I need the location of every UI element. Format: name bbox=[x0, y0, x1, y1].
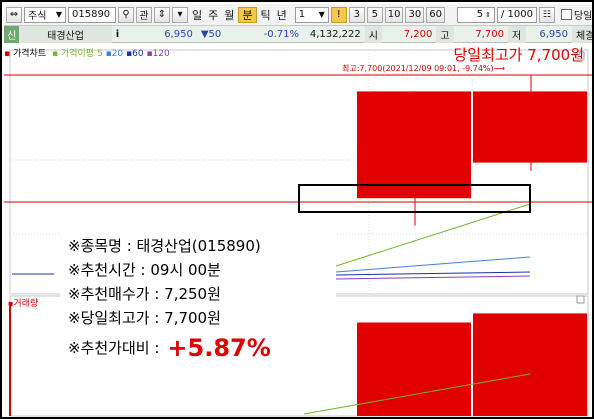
more-icon[interactable]: ▾ bbox=[172, 6, 188, 23]
day-high-note: 최고:7,700(2021/12/09 09:01, -9.74%)⟶ bbox=[342, 64, 506, 73]
interval-5[interactable]: 5 bbox=[366, 6, 383, 23]
legend-ma[interactable]: 가격이평 bbox=[61, 49, 94, 59]
interval-10[interactable]: 10 bbox=[384, 6, 404, 23]
legend-ma20: 20 bbox=[111, 49, 124, 59]
period-week[interactable]: 주 bbox=[206, 7, 220, 23]
max-count-field[interactable]: / 1000 bbox=[496, 6, 537, 23]
candle-body bbox=[473, 91, 587, 163]
legend-marker: ▪ bbox=[4, 49, 11, 59]
minute-value: 1 bbox=[298, 9, 306, 20]
same-day-label: 당일 bbox=[573, 11, 593, 22]
info-stock-name: ※종목명 : 태경산업(015890) bbox=[68, 237, 261, 255]
legend-price-chart[interactable]: 가격차트 bbox=[13, 49, 46, 59]
settings-icon[interactable]: ☷ bbox=[538, 6, 555, 23]
volume-label: ▪거래량 bbox=[8, 299, 39, 309]
interval-30[interactable]: 30 bbox=[405, 6, 425, 23]
change-percent: -0.71% bbox=[263, 28, 300, 40]
info-icon[interactable]: i bbox=[112, 26, 126, 43]
spin-icon[interactable]: ⇕ bbox=[154, 6, 170, 23]
legend-ma120: 120 bbox=[152, 49, 170, 59]
legend-ma-marker: ▪ bbox=[51, 49, 59, 59]
low-label: 저 bbox=[508, 25, 526, 43]
legend-ma60: 60 bbox=[132, 49, 144, 59]
stock-name: 태경산업 bbox=[19, 25, 112, 43]
credit-badge: 신 bbox=[4, 25, 20, 43]
info-gain-row: ※추천가대비 : +5.87% bbox=[68, 336, 328, 360]
legend-ma5: 5 bbox=[96, 49, 103, 59]
trade-label: 체결 bbox=[571, 25, 592, 43]
quote-bar: 신 태경산업 i 6,950 ▼50 -0.71% 4,132,222 시 7,… bbox=[4, 25, 592, 43]
chart-toolbar: ⇔ 주식 ▼ 015890 ⚲ 관 ⇕ ▾ 일 주 월 분 틱 년 1 ▼ ! 3 … bbox=[4, 4, 593, 26]
open-price: 7,200 bbox=[403, 28, 433, 40]
info-day-high: ※당일최고가 : 7,700원 bbox=[68, 309, 221, 327]
chevron-down-icon: ▼ bbox=[55, 10, 62, 19]
stepper-icon: ⇕ bbox=[485, 10, 491, 19]
menu-icon[interactable]: ⇔ bbox=[6, 6, 22, 23]
open-label: 시 bbox=[364, 25, 383, 43]
chevron-down-icon: ▼ bbox=[318, 10, 325, 19]
lookup-button[interactable]: 관 bbox=[136, 6, 152, 23]
market-value: 주식 bbox=[28, 11, 47, 22]
minute-select[interactable]: 1 ▼ bbox=[294, 6, 329, 23]
same-day-checkbox[interactable] bbox=[560, 9, 572, 20]
volume-bar bbox=[473, 313, 587, 416]
period-day[interactable]: 일 bbox=[190, 7, 204, 23]
period-minute[interactable]: 분 bbox=[238, 6, 257, 23]
chart-legend: ▪ 가격차트 ▪ 가격이평 5 ▪20 ▪60 ▪120 bbox=[4, 46, 170, 59]
period-tick[interactable]: 틱 bbox=[259, 7, 273, 23]
stock-code-input[interactable]: 015890 bbox=[68, 6, 116, 23]
info-recommend-time: ※추천시간 : 09시 00분 bbox=[68, 261, 221, 279]
info-gain-label: ※추천가대비 : bbox=[68, 339, 160, 357]
low-price: 6,950 bbox=[539, 28, 568, 40]
info-buy-price: ※추천매수가 : 7,250원 bbox=[68, 285, 221, 303]
recommendation-info: ※종목명 : 태경산업(015890) ※추천시간 : 09시 00분 ※추천매… bbox=[60, 228, 336, 388]
warning-icon[interactable]: ! bbox=[330, 6, 347, 23]
interval-3[interactable]: 3 bbox=[348, 6, 365, 23]
pane-maximize-icon bbox=[576, 295, 585, 304]
count-value: 5 bbox=[476, 9, 484, 20]
period-year[interactable]: 년 bbox=[275, 7, 289, 23]
price-change: ▼50 bbox=[200, 28, 222, 40]
interval-60[interactable]: 60 bbox=[426, 6, 445, 23]
day-high-title: 당일최고가 7,700원 bbox=[453, 46, 584, 64]
count-stepper[interactable]: 5 ⇕ bbox=[456, 6, 495, 23]
market-select[interactable]: 주식 ▼ bbox=[24, 6, 66, 23]
search-icon[interactable]: ⚲ bbox=[118, 6, 134, 23]
candle-body bbox=[357, 91, 471, 199]
current-price: 6,950 bbox=[164, 28, 193, 40]
info-gain-value: +5.87% bbox=[167, 334, 271, 362]
chart-window: ⇔ 주식 ▼ 015890 ⚲ 관 ⇕ ▾ 일 주 월 분 틱 년 1 ▼ ! 3 … bbox=[0, 0, 594, 419]
high-label: 고 bbox=[436, 25, 454, 43]
period-month[interactable]: 월 bbox=[222, 7, 236, 23]
volume-label-text: 거래량 bbox=[13, 299, 39, 309]
high-price: 7,700 bbox=[475, 28, 505, 40]
volume-value: 4,132,222 bbox=[309, 28, 361, 40]
